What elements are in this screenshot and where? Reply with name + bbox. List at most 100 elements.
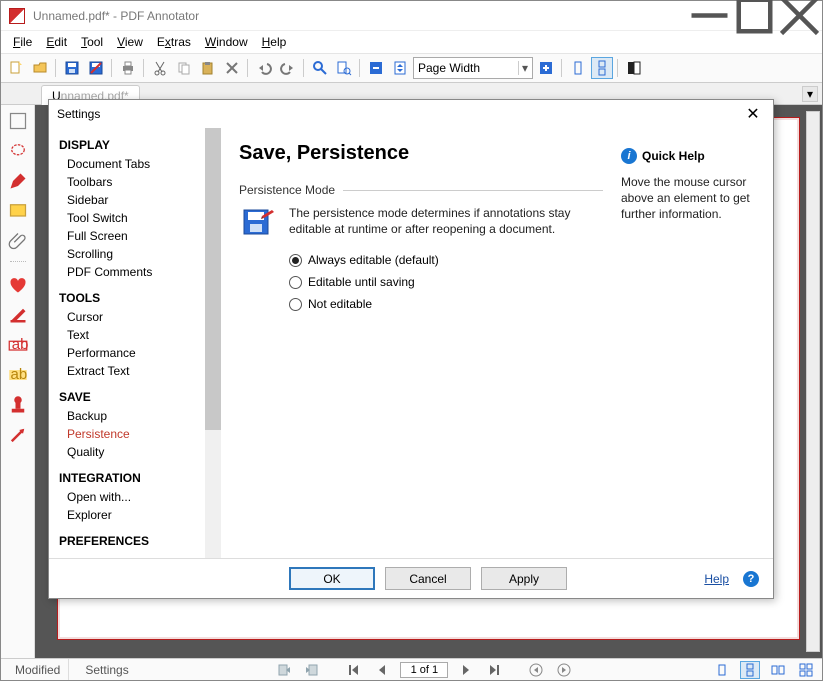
status-bar: Modified Settings xyxy=(1,658,822,680)
menu-file[interactable]: File xyxy=(7,33,38,51)
delete-icon[interactable] xyxy=(221,57,243,79)
page-input[interactable] xyxy=(400,662,448,678)
maximize-button[interactable] xyxy=(732,1,777,31)
nav-back-icon[interactable] xyxy=(526,661,546,679)
menu-edit[interactable]: Edit xyxy=(40,33,73,51)
apply-button[interactable]: Apply xyxy=(481,567,567,590)
nav-item[interactable]: Tool Switch xyxy=(59,209,221,227)
marker-tool-icon[interactable] xyxy=(8,305,28,325)
option-label: Not editable xyxy=(308,297,372,311)
view-continuous-icon[interactable] xyxy=(740,661,760,679)
menu-tool[interactable]: Tool xyxy=(75,33,109,51)
dialog-close-button[interactable]: ✕ xyxy=(741,102,765,126)
open-icon[interactable] xyxy=(29,57,51,79)
tabstrip-dropdown[interactable]: ▾ xyxy=(802,86,818,102)
nav-item[interactable]: PDF Comments xyxy=(59,263,221,281)
print-icon[interactable] xyxy=(117,57,139,79)
persistence-option[interactable]: Not editable xyxy=(289,297,603,311)
menu-window[interactable]: Window xyxy=(199,33,254,51)
textbox-tool-icon[interactable]: ab xyxy=(8,335,28,355)
paste-icon[interactable] xyxy=(197,57,219,79)
pen-tool-icon[interactable] xyxy=(8,171,28,191)
nav-group: DISPLAY xyxy=(59,138,221,152)
favorite-tool-icon[interactable] xyxy=(8,275,28,295)
radio-icon xyxy=(289,276,302,289)
svg-text:ab: ab xyxy=(11,336,27,353)
stamp-tool-icon[interactable] xyxy=(8,395,28,415)
help-icon[interactable]: ? xyxy=(743,571,759,587)
toolbox-separator xyxy=(10,261,26,265)
ok-button[interactable]: OK xyxy=(289,567,375,590)
save-variant-icon[interactable] xyxy=(85,57,107,79)
prev-annot-page-icon[interactable] xyxy=(274,661,294,679)
menu-help[interactable]: Help xyxy=(256,33,293,51)
layout-continuous-icon[interactable] xyxy=(591,57,613,79)
nav-item[interactable]: Full Screen xyxy=(59,227,221,245)
attach-tool-icon[interactable] xyxy=(8,231,28,251)
redo-icon[interactable] xyxy=(277,57,299,79)
copy-icon[interactable] xyxy=(173,57,195,79)
dialog-titlebar: Settings ✕ xyxy=(49,100,773,128)
quick-help-title: Quick Help xyxy=(642,149,705,163)
nav-scrollbar[interactable] xyxy=(205,128,221,558)
checkbox-tool-icon[interactable] xyxy=(8,111,28,131)
cut-icon[interactable] xyxy=(149,57,171,79)
lasso-tool-icon[interactable] xyxy=(8,141,28,161)
zoom-select[interactable]: Page Width ▾ xyxy=(413,57,533,79)
find-icon[interactable] xyxy=(309,57,331,79)
minimize-button[interactable] xyxy=(687,1,732,31)
prev-page-icon[interactable] xyxy=(372,661,392,679)
nav-item[interactable]: Performance xyxy=(59,344,221,362)
radio-icon xyxy=(289,298,302,311)
nav-item[interactable]: Toolbars xyxy=(59,173,221,191)
undo-icon[interactable] xyxy=(253,57,275,79)
nav-item[interactable]: Explorer xyxy=(59,506,221,524)
last-page-icon[interactable] xyxy=(484,661,504,679)
toolbar-separator xyxy=(615,57,621,79)
save-icon[interactable] xyxy=(61,57,83,79)
menu-extras[interactable]: Extras xyxy=(151,33,197,51)
layout-single-icon[interactable] xyxy=(567,57,589,79)
note-tool-icon[interactable] xyxy=(8,201,28,221)
first-page-icon[interactable] xyxy=(344,661,364,679)
close-button[interactable] xyxy=(777,1,822,31)
nav-group: PREFERENCES xyxy=(59,534,221,548)
fit-page-icon[interactable] xyxy=(389,57,411,79)
vertical-scrollbar[interactable] xyxy=(806,111,820,652)
nav-item[interactable]: Quality xyxy=(59,443,221,461)
nav-item[interactable]: Open with... xyxy=(59,488,221,506)
nav-item[interactable]: Extract Text xyxy=(59,362,221,380)
nav-item[interactable]: Text xyxy=(59,326,221,344)
view-single-icon[interactable] xyxy=(712,661,732,679)
window-title: Unnamed.pdf* - PDF Annotator xyxy=(33,9,687,23)
settings-dialog: Settings ✕ DISPLAYDocument TabsToolbarsS… xyxy=(48,99,774,599)
nav-item[interactable]: Sidebar xyxy=(59,191,221,209)
nav-item[interactable]: Persistence xyxy=(59,425,221,443)
toolbar-separator xyxy=(559,57,565,79)
nav-forward-icon[interactable] xyxy=(554,661,574,679)
nav-item[interactable]: Cursor xyxy=(59,308,221,326)
menu-view[interactable]: View xyxy=(111,33,149,51)
arrow-tool-icon[interactable] xyxy=(8,425,28,445)
persistence-option[interactable]: Always editable (default) xyxy=(289,253,603,267)
help-link[interactable]: Help xyxy=(704,572,729,586)
view-two-continuous-icon[interactable] xyxy=(796,661,816,679)
persistence-option[interactable]: Editable until saving xyxy=(289,275,603,289)
next-page-icon[interactable] xyxy=(456,661,476,679)
nav-item[interactable]: Backup xyxy=(59,407,221,425)
toolbar-separator xyxy=(109,57,115,79)
next-annot-page-icon[interactable] xyxy=(302,661,322,679)
settings-nav[interactable]: DISPLAY Document TabsToolbarsSidebarTool … xyxy=(49,128,221,558)
nav-item[interactable]: Document Tabs xyxy=(59,155,221,173)
search-doc-icon[interactable] xyxy=(333,57,355,79)
cancel-button[interactable]: Cancel xyxy=(385,567,471,590)
settings-heading: Save, Persistence xyxy=(239,142,603,165)
toolbar-separator xyxy=(357,57,363,79)
new-icon[interactable] xyxy=(5,57,27,79)
zoom-out-icon[interactable] xyxy=(365,57,387,79)
view-two-page-icon[interactable] xyxy=(768,661,788,679)
highlight-tool-icon[interactable]: abl xyxy=(8,365,28,385)
dark-mode-icon[interactable] xyxy=(623,57,645,79)
nav-item[interactable]: Scrolling xyxy=(59,245,221,263)
zoom-in-icon[interactable] xyxy=(535,57,557,79)
